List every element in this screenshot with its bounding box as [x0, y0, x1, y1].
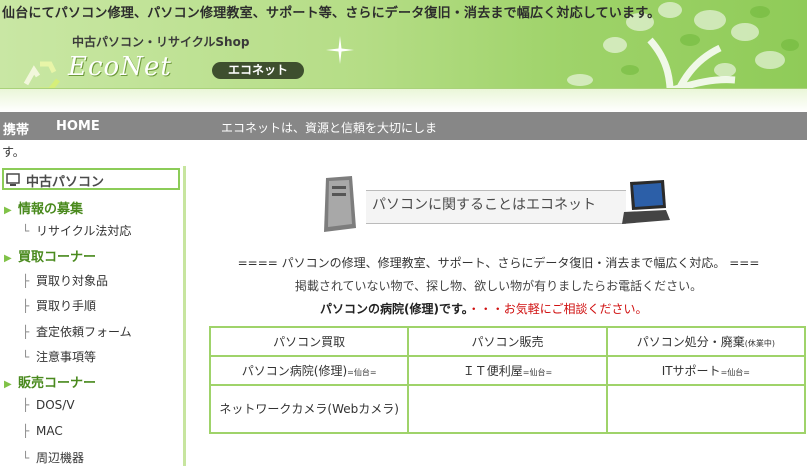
tree-branch-icon: └ [22, 451, 30, 465]
sidebar-section-info[interactable]: ▶ 情報の募集 [4, 198, 83, 217]
service-cell-disposal[interactable]: パソコン処分・廃棄(休業中) [605, 326, 807, 357]
sidebar-item-mac[interactable]: ├ MAC [22, 424, 63, 438]
tree-branch-icon: ├ [22, 274, 30, 288]
sidebar-section-buy[interactable]: ▶ 買取コーナー [4, 246, 96, 265]
header-strip [0, 88, 807, 112]
tree-branch-icon: ├ [22, 424, 30, 438]
tree-branch-icon: ├ [22, 398, 30, 412]
shop-name: 中古パソコン・リサイクルShop [72, 35, 250, 49]
service-cell-repair[interactable]: パソコン病院(修理)=仙台= [208, 355, 410, 386]
service-cell-it-helper[interactable]: ＩＴ便利屋=仙台= [407, 355, 608, 386]
tree-branch-icon: └ [22, 224, 30, 238]
sidebar-item-peripherals[interactable]: └ 周辺機器 [22, 449, 84, 466]
kana-badge: エコネット [212, 62, 304, 79]
hospital-label: パソコンの病院(修理)です。 [320, 302, 468, 316]
laptop-icon [622, 180, 670, 224]
service-cell-it-support[interactable]: ITサポート=仙台= [605, 355, 807, 386]
sidebar-section-sale[interactable]: ▶ 販売コーナー [4, 372, 96, 391]
hospital-line: パソコンの病院(修理)です。・・・お気軽にご相談ください。 [320, 300, 648, 317]
sidebar-item-buy-steps[interactable]: ├ 買取り手順 [22, 297, 96, 314]
sidebar-item-appraisal-form[interactable]: ├ 査定依頼フォーム [22, 323, 132, 340]
arrow-icon: ▶ [4, 205, 12, 216]
service-cell-empty [605, 384, 807, 434]
nav-mobile-link[interactable]: 携帯 [3, 119, 29, 138]
tree-branch-icon: ├ [22, 299, 30, 313]
sidebar: 中古パソコン ▶ 情報の募集 └ リサイクル法対応 ▶ 買取コーナー ├ 買取り対象品 … [0, 166, 186, 466]
service-cell-empty [407, 384, 608, 434]
hospital-note: ・・・お気軽にご相談ください。 [467, 302, 648, 316]
main-content: パソコンに関することはエコネット ==== パソコンの修理、修理教室、サポート、… [190, 166, 807, 466]
monitor-icon [6, 173, 20, 186]
site-header: 仙台にてパソコン修理、パソコン修理教室、サポート等、さらにデータ復旧・消去まで幅… [0, 0, 807, 112]
arrow-icon: ▶ [4, 253, 12, 264]
table-row: パソコン買取 パソコン販売 パソコン処分・廃棄(休業中) [208, 326, 807, 357]
site-tagline: 仙台にてパソコン修理、パソコン修理教室、サポート等、さらにデータ復旧・消去まで幅… [2, 6, 661, 21]
top-nav: 携帯 HOME エコネットは、資源と信頼を大切にしま [0, 112, 807, 140]
tree-branch-icon: ├ [22, 325, 30, 339]
sidebar-item-buy-targets[interactable]: ├ 買取り対象品 [22, 272, 108, 289]
service-cell-sale[interactable]: パソコン販売 [407, 326, 608, 357]
sidebar-item-dosv[interactable]: ├ DOS/V [22, 398, 75, 412]
status-badge: (休業中) [744, 339, 775, 348]
sidebar-title-label: 中古パソコン [26, 175, 105, 190]
sidebar-title: 中古パソコン [2, 168, 180, 190]
table-row: ネットワークカメラ(Webカメラ) [208, 384, 807, 434]
sparkle-icon [326, 36, 354, 64]
intro-text: ==== パソコンの修理、修理教室、サポート、さらにデータ復旧・消去まで幅広く対… [237, 256, 760, 270]
nav-motto-continuation: す。 [2, 145, 25, 159]
tree-branch-icon: └ [22, 350, 30, 364]
nav-home-link[interactable]: HOME [56, 119, 100, 134]
service-cell-buy[interactable]: パソコン買取 [208, 326, 410, 357]
sub-text: 掲載されていない物で、探し物、欲しい物が有りましたらお電話ください。 [294, 279, 703, 293]
services-table: パソコン買取 パソコン販売 パソコン処分・廃棄(休業中) パソコン病院(修理)=… [208, 326, 807, 434]
service-cell-network-camera[interactable]: ネットワークカメラ(Webカメラ) [208, 384, 410, 434]
arrow-icon: ▶ [4, 379, 12, 390]
sidebar-item-notes[interactable]: └ 注意事項等 [22, 348, 96, 365]
logo-wordmark[interactable]: EcoNet [68, 52, 172, 82]
nav-motto: エコネットは、資源と信頼を大切にしま [221, 121, 438, 135]
sidebar-item-recycle-law[interactable]: └ リサイクル法対応 [22, 222, 131, 239]
banner-text: パソコンに関することはエコネット [372, 197, 596, 213]
pc-tower-icon [324, 176, 356, 232]
table-row: パソコン病院(修理)=仙台= ＩＴ便利屋=仙台= ITサポート=仙台= [208, 355, 807, 386]
